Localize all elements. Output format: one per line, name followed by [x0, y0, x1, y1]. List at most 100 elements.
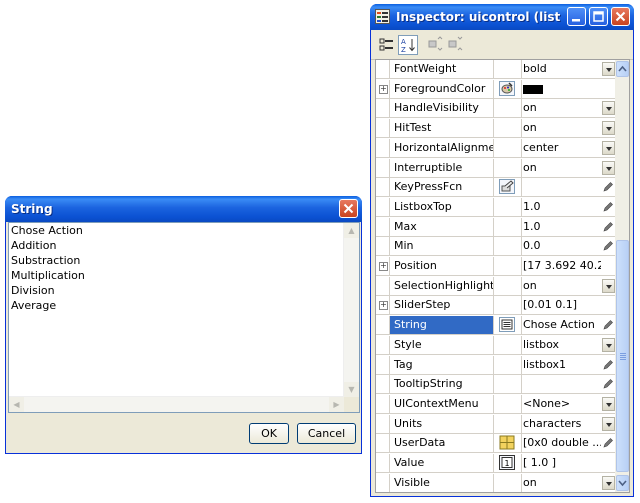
edit-pencil-icon[interactable]	[602, 359, 614, 371]
property-row[interactable]: Max 1.0	[376, 218, 615, 237]
property-row[interactable]: TooltipString	[376, 375, 615, 394]
edit-pencil-icon[interactable]	[602, 378, 614, 390]
close-icon[interactable]	[611, 7, 630, 26]
property-value[interactable]: on	[523, 159, 601, 177]
property-row[interactable]: Style listbox	[376, 336, 615, 355]
property-value[interactable]: on	[523, 277, 601, 295]
list-item[interactable]: Chose Action	[9, 223, 359, 238]
expand-plus-icon[interactable]: +	[379, 301, 388, 310]
cancel-button[interactable]: Cancel	[297, 423, 356, 444]
property-row[interactable]: String Chose Action	[376, 316, 615, 335]
scroll-down-icon[interactable]: ▼	[344, 382, 359, 397]
property-value[interactable]: on	[523, 119, 601, 137]
property-row[interactable]: Units characters	[376, 415, 615, 434]
property-row[interactable]: HitTest on	[376, 119, 615, 138]
property-value[interactable]: Chose Action	[523, 316, 601, 334]
text-list-icon[interactable]	[499, 317, 515, 332]
property-row[interactable]: +Position [17 3.692 40.2 13]	[376, 257, 615, 276]
property-row[interactable]: SelectionHighlight on	[376, 277, 615, 296]
property-row[interactable]: UserData [0x0 double ...	[376, 434, 615, 453]
inspector-titlebar[interactable]: Inspector: uicontrol (listb...	[370, 4, 634, 30]
property-value[interactable]: bold	[523, 60, 601, 78]
property-value[interactable]: center	[523, 139, 601, 157]
list-item[interactable]: Multiplication	[9, 268, 359, 283]
property-value[interactable]: [0.01 0.1]	[523, 296, 601, 314]
property-value[interactable]: [17 3.692 40.2 13]	[523, 257, 601, 275]
edit-pencil-icon[interactable]	[602, 181, 614, 193]
list-item[interactable]: Addition	[9, 238, 359, 253]
edit-pencil-icon[interactable]	[602, 437, 614, 449]
expand-plus-icon[interactable]: +	[379, 262, 388, 271]
property-row[interactable]: HorizontalAlignment center	[376, 139, 615, 158]
scroll-up-icon[interactable]	[616, 61, 629, 77]
grid-icon[interactable]	[499, 435, 515, 450]
property-value[interactable]	[523, 178, 601, 196]
property-row[interactable]: Min 0.0	[376, 237, 615, 256]
list-item[interactable]: Average	[9, 298, 359, 313]
property-icon-cell[interactable]	[495, 80, 522, 98]
property-row[interactable]: Tag listbox1	[376, 356, 615, 375]
property-icon-cell[interactable]: 1	[495, 454, 522, 472]
property-row[interactable]: ListboxTop 1.0	[376, 198, 615, 217]
property-row[interactable]: KeyPressFcn	[376, 178, 615, 197]
expand-plus-icon[interactable]: +	[379, 85, 388, 94]
expand-all-icon[interactable]	[426, 35, 446, 55]
inspector-scrollbar[interactable]	[615, 59, 630, 493]
dropdown-arrow-icon[interactable]	[602, 141, 615, 155]
scroll-left-icon[interactable]: ◀	[9, 397, 24, 412]
ok-button[interactable]: OK	[249, 423, 289, 444]
dropdown-arrow-icon[interactable]	[602, 338, 615, 352]
property-value[interactable]: listbox	[523, 336, 601, 354]
vertical-scrollbar[interactable]: ▲ ▼	[343, 223, 359, 397]
sort-alphabetical-icon[interactable]: A Z	[398, 35, 418, 55]
matrix-icon[interactable]: 1	[499, 455, 515, 470]
property-value[interactable]	[523, 375, 601, 393]
property-icon-cell[interactable]	[495, 434, 522, 452]
property-row[interactable]: FontWeight bold	[376, 60, 615, 79]
property-row[interactable]: + ForegroundColor	[376, 80, 615, 99]
property-value[interactable]: on	[523, 474, 601, 492]
horizontal-scrollbar[interactable]: ◀ ▶	[9, 396, 344, 412]
property-value[interactable]: 1.0	[523, 218, 601, 236]
edit-pencil-icon[interactable]	[602, 221, 614, 233]
property-value[interactable]: 0.0	[523, 237, 601, 255]
edit-pencil-icon[interactable]	[602, 319, 614, 331]
property-row[interactable]: HandleVisibility on	[376, 99, 615, 118]
property-value[interactable]: on	[523, 99, 601, 117]
property-row[interactable]: Visible on	[376, 474, 615, 492]
list-item[interactable]: Division	[9, 283, 359, 298]
scroll-right-icon[interactable]: ▶	[329, 397, 344, 412]
dropdown-arrow-icon[interactable]	[602, 397, 615, 411]
scroll-down-icon[interactable]	[616, 475, 629, 491]
close-icon[interactable]	[339, 199, 358, 218]
property-value[interactable]: characters	[523, 415, 601, 433]
property-value[interactable]: [ 1.0 ]	[523, 454, 601, 472]
edit-pencil-icon[interactable]	[602, 240, 614, 252]
string-listbox[interactable]: Chose Action Addition Substraction Multi…	[8, 222, 360, 413]
edit-pencil-icon[interactable]	[602, 201, 614, 213]
palette-icon[interactable]	[499, 81, 515, 96]
string-dialog-titlebar[interactable]: String	[5, 196, 362, 222]
dropdown-arrow-icon[interactable]	[602, 121, 615, 135]
dropdown-arrow-icon[interactable]	[602, 417, 615, 431]
property-icon-cell[interactable]	[495, 178, 522, 196]
categorize-icon[interactable]	[377, 35, 397, 55]
property-value[interactable]: 1.0	[523, 198, 601, 216]
property-value[interactable]: <None>	[523, 395, 601, 413]
property-icon-cell[interactable]	[495, 316, 522, 334]
dropdown-arrow-icon[interactable]	[602, 161, 615, 175]
dropdown-arrow-icon[interactable]	[602, 476, 615, 490]
property-row[interactable]: + SliderStep [0.01 0.1]	[376, 296, 615, 315]
maximize-icon[interactable]	[589, 7, 608, 26]
dropdown-arrow-icon[interactable]	[602, 279, 615, 293]
dropdown-arrow-icon[interactable]	[602, 62, 615, 76]
minimize-icon[interactable]	[567, 7, 586, 26]
list-item[interactable]: Substraction	[9, 253, 359, 268]
property-row[interactable]: Interruptible on	[376, 159, 615, 178]
scroll-thumb[interactable]	[616, 240, 629, 472]
property-value[interactable]: [0x0 double ...	[523, 434, 601, 452]
dropdown-arrow-icon[interactable]	[602, 101, 615, 115]
callback-icon[interactable]	[499, 179, 515, 194]
property-value[interactable]: listbox1	[523, 356, 601, 374]
collapse-all-icon[interactable]	[446, 35, 466, 55]
